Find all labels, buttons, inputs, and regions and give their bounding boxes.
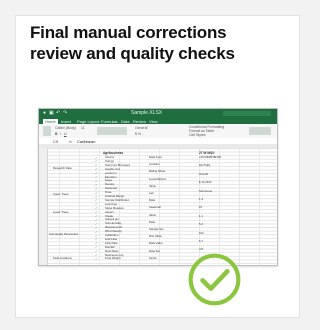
value-cell: Ref Pulls <box>199 163 211 168</box>
cells-group <box>249 127 271 135</box>
method-cell: Data <box>149 219 155 224</box>
value-cell: $ 12,2323 <box>199 180 212 185</box>
method-cell: Data <box>149 198 155 203</box>
method-cell: Seasonal <box>149 205 161 210</box>
cell-reference: C9 <box>53 138 59 144</box>
value-cell: 5.0 <box>199 222 203 227</box>
method-cell: Run Value <box>149 234 162 239</box>
checkmark-circle-icon <box>188 253 241 306</box>
value-cell: 15 <box>199 205 203 210</box>
row-check-icon: ✓ <box>95 256 98 261</box>
value-cell: +00 Mill/IB/IB/100 <box>199 155 221 159</box>
window-title: Sample.XLSX <box>131 110 163 116</box>
save-icon: ▣ <box>49 110 54 116</box>
tab-data: Data <box>121 118 130 124</box>
section-label-3: Lower Trees <box>53 210 69 214</box>
tab-insert: Insert <box>61 118 72 124</box>
method-cell: Local Method <box>149 176 166 181</box>
parameter-cell: Final Weight <box>105 256 121 261</box>
ribbon-toolbar: Calibri (Body) 11 B I U General $ % , Co… <box>39 124 277 139</box>
style-cell-styles: Cell Styles <box>189 133 206 137</box>
value-cell: 1.3 <box>199 197 203 201</box>
font-size: 11 <box>81 126 85 130</box>
section-label-2: Upper Trees <box>53 192 69 196</box>
value-cell: Soil Group <box>199 188 213 193</box>
spreadsheet-screenshot: ● ▣ ↶ ↷ Sample.XLSX Home Insert Page Lay… <box>38 108 278 266</box>
value-cell: 102 <box>199 230 204 235</box>
method-cell: Data Set <box>149 248 160 253</box>
card-title-line-1: Final manual corrections <box>30 23 227 42</box>
currency-icon: $ % , <box>135 132 143 136</box>
close-dot-icon: ● <box>43 110 47 116</box>
section-label-4: Soil Quality Parameters <box>49 232 79 236</box>
alignment-group <box>97 127 127 135</box>
method-cell: Data Value <box>149 241 163 246</box>
italic-icon: I <box>60 132 61 136</box>
method-cell: Lab <box>149 191 154 195</box>
formula-content: Caribbean <box>77 138 96 144</box>
undo-icon: ↶ <box>56 110 61 116</box>
value-cell: 1.1 <box>199 213 203 218</box>
method-cell: Value <box>149 183 156 188</box>
fx-icon: fx <box>69 138 73 144</box>
number-format: General <box>135 126 148 130</box>
value-cell: 6.7 <box>199 239 203 243</box>
value-cell: Overall <box>199 171 208 176</box>
method-cell: Rating Sheet <box>149 169 166 174</box>
underline-icon: U <box>64 132 67 136</box>
tab-formulas: Formulas <box>101 118 118 124</box>
tab-view: View <box>149 118 158 124</box>
card-title-line-2: review and quality checks <box>30 44 235 63</box>
method-cell: Inputs <box>149 255 157 260</box>
method-cell: Location <box>149 162 160 167</box>
font-name: Calibri (Body) <box>55 126 77 130</box>
tab-review: Review <box>133 118 147 124</box>
redo-icon: ↷ <box>63 110 68 116</box>
method-cell: Sample Set <box>149 227 164 231</box>
method-cell: Value <box>149 212 156 217</box>
section-label-1: Research Data <box>53 166 72 170</box>
row-numbers <box>39 148 48 265</box>
bold-icon: B <box>55 132 58 136</box>
value-cell: 4.8 <box>199 247 203 252</box>
tab-page-layout: Page Layout <box>77 118 100 124</box>
method-cell: Data Input <box>149 155 162 159</box>
section-label-5: Field Locations <box>53 256 72 260</box>
paste-icon <box>43 126 51 136</box>
excel-title-bar: ● ▣ ↶ ↷ Sample.XLSX <box>39 109 277 118</box>
search-field <box>223 110 271 116</box>
card-title: Final manual corrections review and qual… <box>30 22 280 64</box>
